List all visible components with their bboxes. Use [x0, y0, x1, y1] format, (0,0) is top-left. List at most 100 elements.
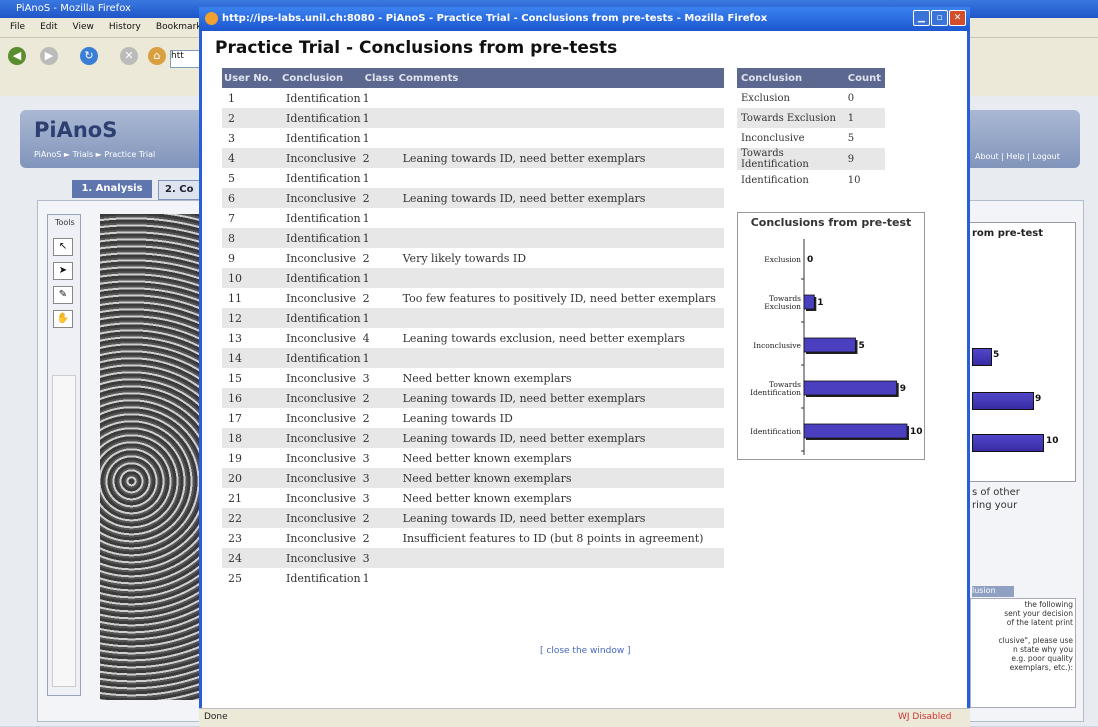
minimize-icon[interactable]: ▁: [913, 10, 930, 26]
column-header-user: User No.: [222, 68, 280, 88]
chart-value-label: 5: [859, 341, 865, 351]
cell-user-no: 14: [222, 348, 280, 368]
cell-class: 2: [362, 388, 397, 408]
header-links[interactable]: About | Help | Logout: [975, 152, 1060, 161]
back-icon[interactable]: ◀: [8, 47, 26, 65]
cell-comment: Very likely towards ID: [396, 248, 724, 268]
background-bar: [972, 392, 1034, 410]
cell-user-no: 8: [222, 228, 280, 248]
arrow-pointer-icon[interactable]: ↖: [53, 238, 73, 256]
chart-category-label: Towards Exclusion: [764, 294, 801, 311]
table-row: 1 Identification 1: [222, 88, 724, 108]
cell-conclusion: Inconclusive: [280, 288, 363, 308]
home-icon[interactable]: ⌂: [148, 47, 166, 65]
cell-user-no: 9: [222, 248, 280, 268]
close-window-link[interactable]: [ close the window ]: [540, 646, 631, 656]
count-cell-value: 0: [843, 88, 885, 108]
chart-bar: [803, 337, 856, 353]
table-row: 17 Inconclusive 2 Leaning towards ID: [222, 408, 724, 428]
zoom-ruler[interactable]: [52, 375, 76, 687]
breadcrumb[interactable]: PiAnoS ► Trials ► Practice Trial: [34, 150, 155, 159]
stop-icon[interactable]: ✕: [120, 47, 138, 65]
cell-comment: Leaning towards ID, need better exemplar…: [396, 388, 724, 408]
hand-icon[interactable]: ✋: [53, 310, 73, 328]
column-header-conclusion: Conclusion: [737, 68, 844, 88]
table-row: 10 Identification 1: [222, 268, 724, 288]
column-header-conclusion: Conclusion: [280, 68, 363, 88]
cell-user-no: 12: [222, 308, 280, 328]
app-logo: PiAnoS: [34, 118, 118, 142]
filled-arrow-icon[interactable]: ➤: [53, 262, 73, 280]
cell-conclusion: Inconclusive: [280, 508, 363, 528]
cell-conclusion: Identification: [280, 348, 363, 368]
cell-comment: Leaning towards ID: [396, 408, 724, 428]
table-row: 15 Inconclusive 3 Need better known exempla…: [222, 368, 724, 388]
cell-conclusion: Inconclusive: [280, 248, 363, 268]
chart-value-label: 10: [910, 427, 923, 437]
background-window-title: PiAnoS - Mozilla Firefox: [16, 3, 131, 14]
table-row: 4 Inconclusive 2 Leaning towards ID, need b…: [222, 148, 724, 168]
table-row: 12 Identification 1: [222, 308, 724, 328]
cell-user-no: 20: [222, 468, 280, 488]
tab-analysis[interactable]: 1. Analysis: [72, 180, 152, 198]
menu-edit[interactable]: Edit: [40, 22, 57, 32]
table-row: 13 Inconclusive 4 Leaning towards exclusion…: [222, 328, 724, 348]
cell-user-no: 25: [222, 568, 280, 588]
chart-category-label: Towards Identification: [750, 380, 801, 397]
cell-conclusion: Inconclusive: [280, 428, 363, 448]
reload-icon[interactable]: ↻: [80, 47, 98, 65]
fingerprint-image[interactable]: [100, 214, 205, 700]
cell-class: 1: [362, 208, 397, 228]
cell-class: 3: [362, 448, 397, 468]
table-header-row: User No. Conclusion Class Comments: [222, 68, 724, 88]
maximize-icon[interactable]: ▫: [931, 10, 948, 26]
cell-conclusion: Inconclusive: [280, 468, 363, 488]
chart-category-label: Inconclusive: [753, 341, 801, 350]
cell-class: 1: [362, 128, 397, 148]
count-cell-value: 5: [843, 128, 885, 148]
cell-user-no: 10: [222, 268, 280, 288]
counts-header-row: Conclusion Count: [737, 68, 885, 88]
menu-view[interactable]: View: [73, 22, 94, 32]
cell-comment: Too few features to positively ID, need …: [396, 288, 724, 308]
cell-comment: Leaning towards ID, need better exemplar…: [396, 428, 724, 448]
cell-comment: [396, 268, 724, 288]
cell-class: 3: [362, 488, 397, 508]
table-row: 14 Identification 1: [222, 348, 724, 368]
cell-user-no: 3: [222, 128, 280, 148]
menu-file[interactable]: File: [10, 22, 25, 32]
cell-comment: Need better known exemplars: [396, 368, 724, 388]
status-bar: [199, 708, 970, 727]
cell-class: 1: [362, 108, 397, 128]
count-cell-conclusion: Towards Identification: [737, 148, 844, 170]
close-icon[interactable]: ✕: [949, 10, 966, 26]
cell-comment: [396, 208, 724, 228]
cell-class: 2: [362, 288, 397, 308]
counts-body: Exclusion 0 Towards Exclusion 1 Inconclusive…: [737, 88, 885, 190]
cell-comment: Need better known exemplars: [396, 468, 724, 488]
counts-row: Inconclusive 5: [737, 128, 885, 148]
counts-row: Towards Identification 9: [737, 148, 885, 170]
background-bar-value: 10: [1046, 436, 1059, 446]
table-row: 21 Inconclusive 3 Need better known exempla…: [222, 488, 724, 508]
chart-bar: [803, 423, 908, 439]
table-row: 23 Inconclusive 2 Insufficient features to …: [222, 528, 724, 548]
pen-icon[interactable]: ✎: [53, 286, 73, 304]
cell-user-no: 4: [222, 148, 280, 168]
background-conclusion-tab[interactable]: lusion: [972, 586, 1014, 597]
cell-conclusion: Inconclusive: [280, 548, 363, 568]
cell-comment: Leaning towards ID, need better exemplar…: [396, 188, 724, 208]
cell-conclusion: Identification: [280, 228, 363, 248]
menu-history[interactable]: History: [109, 22, 141, 32]
count-cell-conclusion: Towards Exclusion: [737, 108, 844, 128]
forward-icon[interactable]: ▶: [40, 47, 58, 65]
count-cell-conclusion: Identification: [737, 170, 844, 190]
table-row: 2 Identification 1: [222, 108, 724, 128]
cell-user-no: 22: [222, 508, 280, 528]
cell-class: 2: [362, 148, 397, 168]
counts-row: Identification 10: [737, 170, 885, 190]
table-body: 1 Identification 1 2 Identification 1 3 Identif…: [222, 88, 724, 588]
cell-comment: Leaning towards exclusion, need better e…: [396, 328, 724, 348]
table-row: 11 Inconclusive 2 Too few features to posit…: [222, 288, 724, 308]
column-header-comments: Comments: [396, 68, 724, 88]
